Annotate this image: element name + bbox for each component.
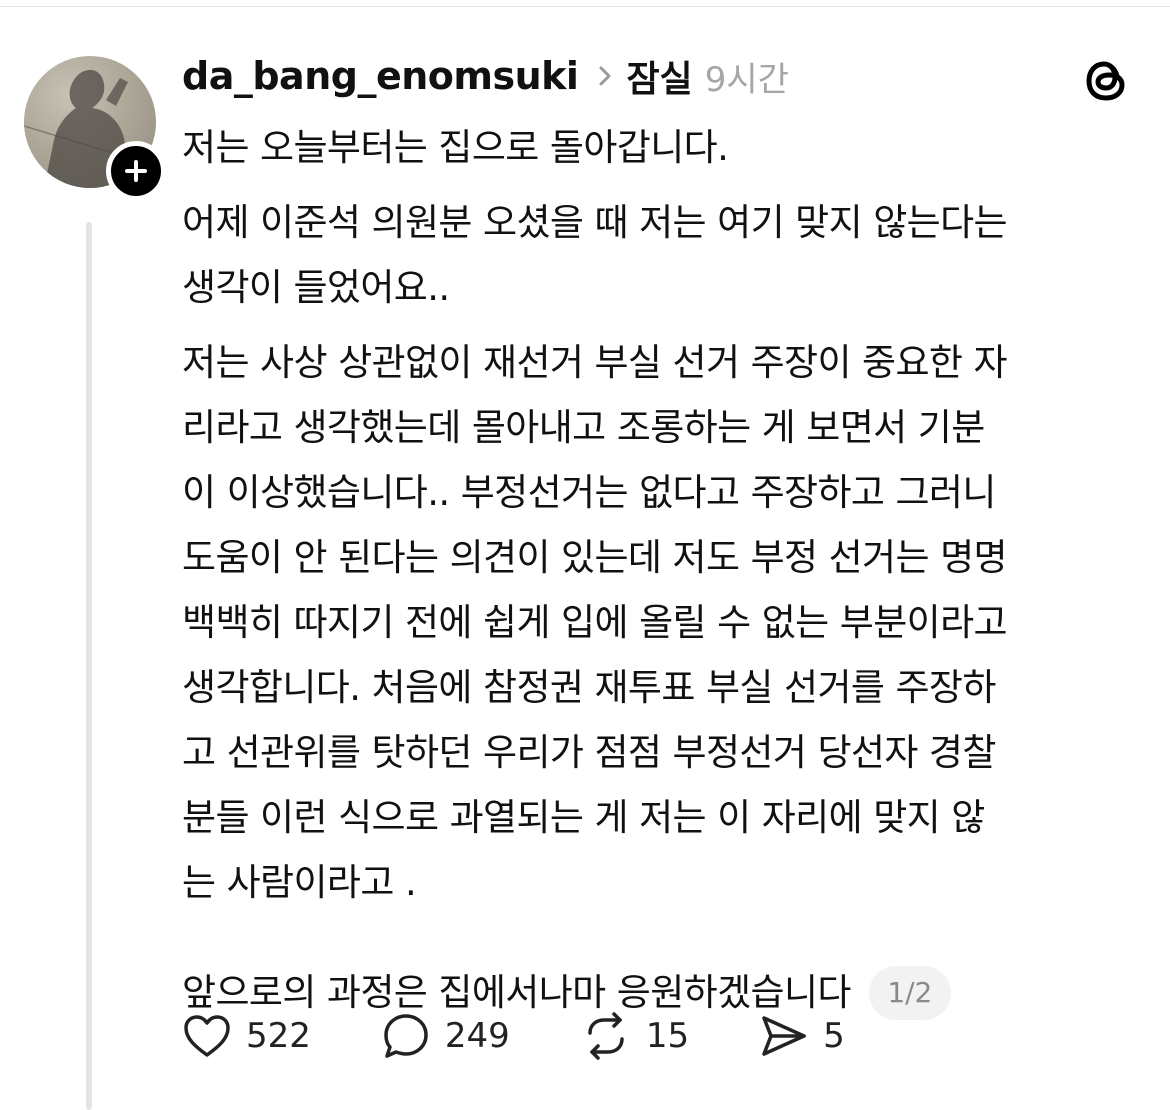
post-header: da_bang_enomsuki 잠실 9시간 — [182, 50, 789, 102]
like-button[interactable]: 522 — [182, 1013, 311, 1059]
post-text-line: 도움이 안 된다는 의견이 있는데 저도 부정 선거는 명명 — [182, 536, 1008, 579]
post-text-line: 고 선관위를 탓하던 우리가 점점 부정선거 당선자 경찰 — [182, 731, 996, 774]
repost-icon — [588, 1012, 624, 1060]
post-text-line: 생각이 들었어요.. — [182, 266, 450, 309]
author-username[interactable]: da_bang_enomsuki — [182, 54, 579, 98]
chevron-right-icon — [598, 65, 612, 87]
post-text-line: 어제 이준석 의원분 오셨을 때 저는 여기 맞지 않는다는 — [182, 201, 1008, 244]
post-text-line: 분들 이런 식으로 과열되는 게 저는 이 자리에 맞지 않 — [182, 796, 985, 839]
like-count: 522 — [246, 1016, 311, 1056]
repost-button[interactable]: 15 — [580, 1011, 689, 1061]
post-time: 9시간 — [704, 59, 789, 100]
reply-button[interactable]: 249 — [381, 1011, 510, 1061]
reply-count: 249 — [444, 1016, 510, 1056]
plus-icon — [125, 160, 147, 182]
post-text-line: 생각합니다. 처음에 참정권 재투표 부실 선거를 주장하 — [182, 666, 996, 709]
share-button[interactable]: 5 — [759, 1013, 845, 1059]
top-divider — [0, 0, 1170, 7]
repost-count: 15 — [645, 1016, 690, 1056]
action-bar: 522 249 15 5 — [182, 1006, 915, 1066]
send-icon — [762, 1016, 806, 1056]
comment-icon — [384, 1014, 428, 1058]
post-body: 저는 오늘부터는 집으로 돌아갑니다. 어제 이준석 의원분 오셨을 때 저는 … — [182, 115, 1142, 1025]
post-text-line: 는 사람이라고 . — [182, 861, 417, 904]
thread-line — [86, 222, 92, 1110]
heart-icon — [184, 1015, 230, 1057]
post-text-line: 이 이상했습니다.. 부정선거는 없다고 주장하고 그러니 — [182, 471, 996, 514]
post-text-line: 백백히 따지기 전에 쉽게 입에 올릴 수 없는 부분이라고 — [182, 601, 1008, 644]
community-name[interactable]: 잠실 — [626, 50, 692, 102]
post-text-line: 리라고 생각했는데 몰아내고 조롱하는 게 보면서 기분 — [182, 406, 985, 449]
threads-logo-icon[interactable] — [1080, 54, 1132, 106]
share-count: 5 — [823, 1016, 845, 1056]
follow-button[interactable] — [106, 141, 166, 201]
post-text-line: 저는 오늘부터는 집으로 돌아갑니다. — [182, 126, 729, 169]
post-text-line: 저는 사상 상관없이 재선거 부실 선거 주장이 중요한 자 — [182, 341, 1008, 384]
